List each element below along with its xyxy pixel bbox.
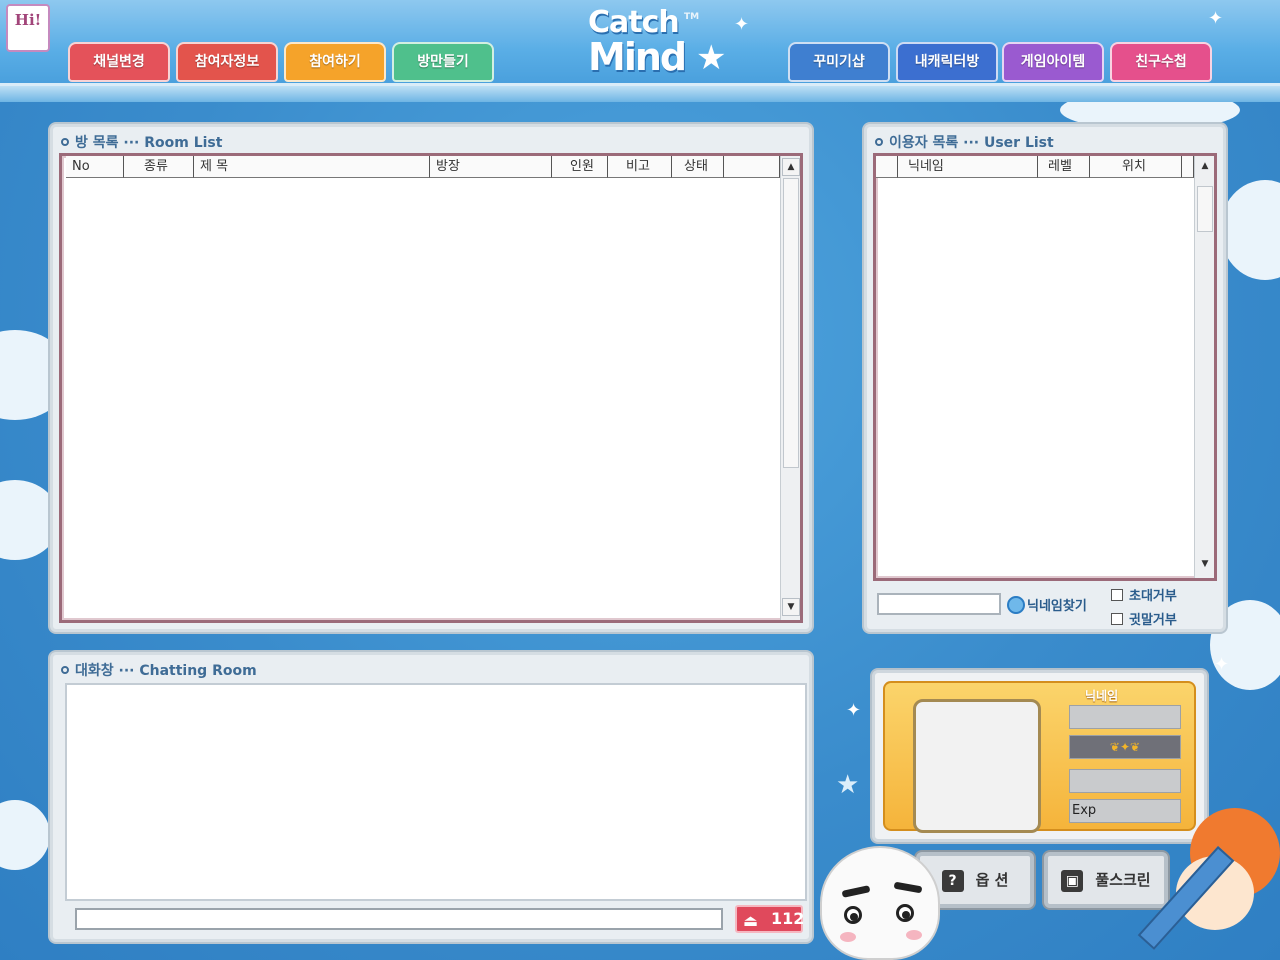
catchmind-logo: Catch Mind TM ★ [588,5,728,79]
chat-input[interactable] [75,908,723,930]
nickname-label: 닉네임 [1085,689,1119,703]
rank-badge-icon: ❦✦❦ [1069,735,1181,759]
column-header-status[interactable]: 상태 [672,156,724,178]
logo-line-1: Catch [588,5,680,40]
column-header-level[interactable]: 레벨 [1038,156,1090,178]
column-header-host[interactable]: 방장 [430,156,552,178]
tab-game-item[interactable]: 게임아이템 [1002,42,1104,82]
chat-panel: 대화창 ··· Chatting Room ⏏ 112 [50,652,812,942]
scroll-up-icon[interactable]: ▲ [1196,158,1214,176]
chat-log [65,683,807,901]
options-label: 옵 션 [975,871,1009,889]
avatar [913,699,1041,833]
chat-counter-badge[interactable]: ⏏ 112 [735,905,805,933]
siren-icon: ⏏ [743,911,759,930]
trademark-label: TM [684,12,700,22]
mascot-cheek [906,930,922,940]
scroll-thumb[interactable] [783,178,799,468]
exp-label: Exp [1072,803,1097,818]
checkbox-box[interactable] [1111,589,1123,601]
scroll-down-icon[interactable]: ▼ [782,598,800,616]
profile-card-inner: 닉네임 ❦✦❦ Exp [883,681,1196,833]
user-list-scrollbar[interactable]: ▲ ▼ [1194,156,1214,578]
mascot-pupil [850,913,858,921]
user-list-panel: 이용자 목록 ··· User List 닉네임 레벨 위치 ▲ ▼ 닉네임찾기… [864,124,1226,632]
hi-logo-icon[interactable]: Hi! [6,4,50,52]
bullet-icon [61,138,69,146]
mascot-cheek [840,932,856,942]
level-value [1069,769,1181,793]
column-header-type[interactable]: 종류 [124,156,194,178]
room-list-title-text: 방 목록 ··· Room List [75,135,223,151]
star-icon: ★ [696,38,727,78]
column-header-no[interactable]: No [66,156,124,178]
chat-title: 대화창 ··· Chatting Room [61,660,257,680]
bullet-icon [61,666,69,674]
scroll-down-icon[interactable]: ▼ [1196,556,1214,574]
user-list-title-text: 이용자 목록 ··· User List [889,135,1054,151]
user-list-title: 이용자 목록 ··· User List [875,132,1054,152]
tab-decoration-shop[interactable]: 꾸미기샵 [788,42,890,82]
mascot-eye [896,904,914,922]
checkbox-box[interactable] [1111,613,1123,625]
chat-title-text: 대화창 ··· Chatting Room [75,663,257,679]
room-list-table[interactable]: No 종류 제 목 방장 인원 비고 상태 ▲ ▼ [59,153,803,623]
header-divider [0,86,1280,102]
user-list-table[interactable]: 닉네임 레벨 위치 ▲ ▼ [873,153,1217,581]
column-header-members[interactable]: 인원 [552,156,608,178]
nickname-value [1069,705,1181,729]
nickname-search-button[interactable]: 닉네임찾기 [1007,595,1087,614]
column-header-title[interactable]: 제 목 [194,156,430,178]
mascot-brow [841,885,871,898]
tab-participant-info[interactable]: 참여자정보 [176,42,278,82]
column-header-blank [876,156,898,178]
sparkle-icon: ✦ [734,14,750,35]
tab-create-room[interactable]: 방만들기 [392,42,494,82]
profile-card: 닉네임 ❦✦❦ Exp [872,670,1207,842]
girl-mascot [1137,800,1280,960]
tab-join[interactable]: 참여하기 [284,42,386,82]
column-header-blank [724,156,780,178]
column-header-blank [1182,156,1194,178]
tab-friend-list[interactable]: 친구수첩 [1110,42,1212,82]
sparkle-icon: ✦ [1214,654,1230,675]
mascot-brow [893,881,923,894]
fullscreen-button[interactable]: ▣ 풀스크린 [1044,852,1168,908]
invite-refuse-label: 초대거부 [1129,589,1177,604]
invite-refuse-checkbox[interactable]: 초대거부 [1111,585,1177,604]
sparkle-icon: ✦ [846,700,862,721]
room-list-panel: 방 목록 ··· Room List No 종류 제 목 방장 인원 비고 상태… [50,124,812,632]
mascot-pupil [902,911,910,919]
mascot-eye [844,906,862,924]
whisper-refuse-label: 귓말거부 [1129,613,1177,628]
help-icon: ? [941,870,964,892]
magnifier-icon [1007,596,1025,614]
scroll-up-icon[interactable]: ▲ [782,158,800,176]
exp-bar: Exp [1069,799,1181,823]
column-header-location[interactable]: 위치 [1090,156,1182,178]
rice-ball-mascot [820,846,940,960]
nickname-search-label: 닉네임찾기 [1027,599,1087,614]
whisper-refuse-checkbox[interactable]: 귓말거부 [1111,609,1177,628]
tab-my-character-room[interactable]: 내캐릭터방 [896,42,998,82]
room-list-scrollbar[interactable]: ▲ ▼ [780,156,800,620]
column-header-nickname[interactable]: 닉네임 [898,156,1038,178]
chat-counter-value: 112 [771,909,805,928]
sparkle-icon: ★ [836,770,860,800]
scroll-thumb[interactable] [1197,186,1213,232]
column-header-note[interactable]: 비고 [608,156,672,178]
room-list-title: 방 목록 ··· Room List [61,132,222,152]
tab-channel-change[interactable]: 채널변경 [68,42,170,82]
bullet-icon [875,138,883,146]
top-navigation-bar: Hi! 채널변경 참여자정보 참여하기 방만들기 Catch Mind TM ★… [0,0,1280,86]
nickname-search-input[interactable] [877,593,1001,615]
sparkle-icon: ✦ [1208,8,1224,29]
monitor-icon: ▣ [1061,870,1084,892]
fullscreen-label: 풀스크린 [1095,871,1151,889]
